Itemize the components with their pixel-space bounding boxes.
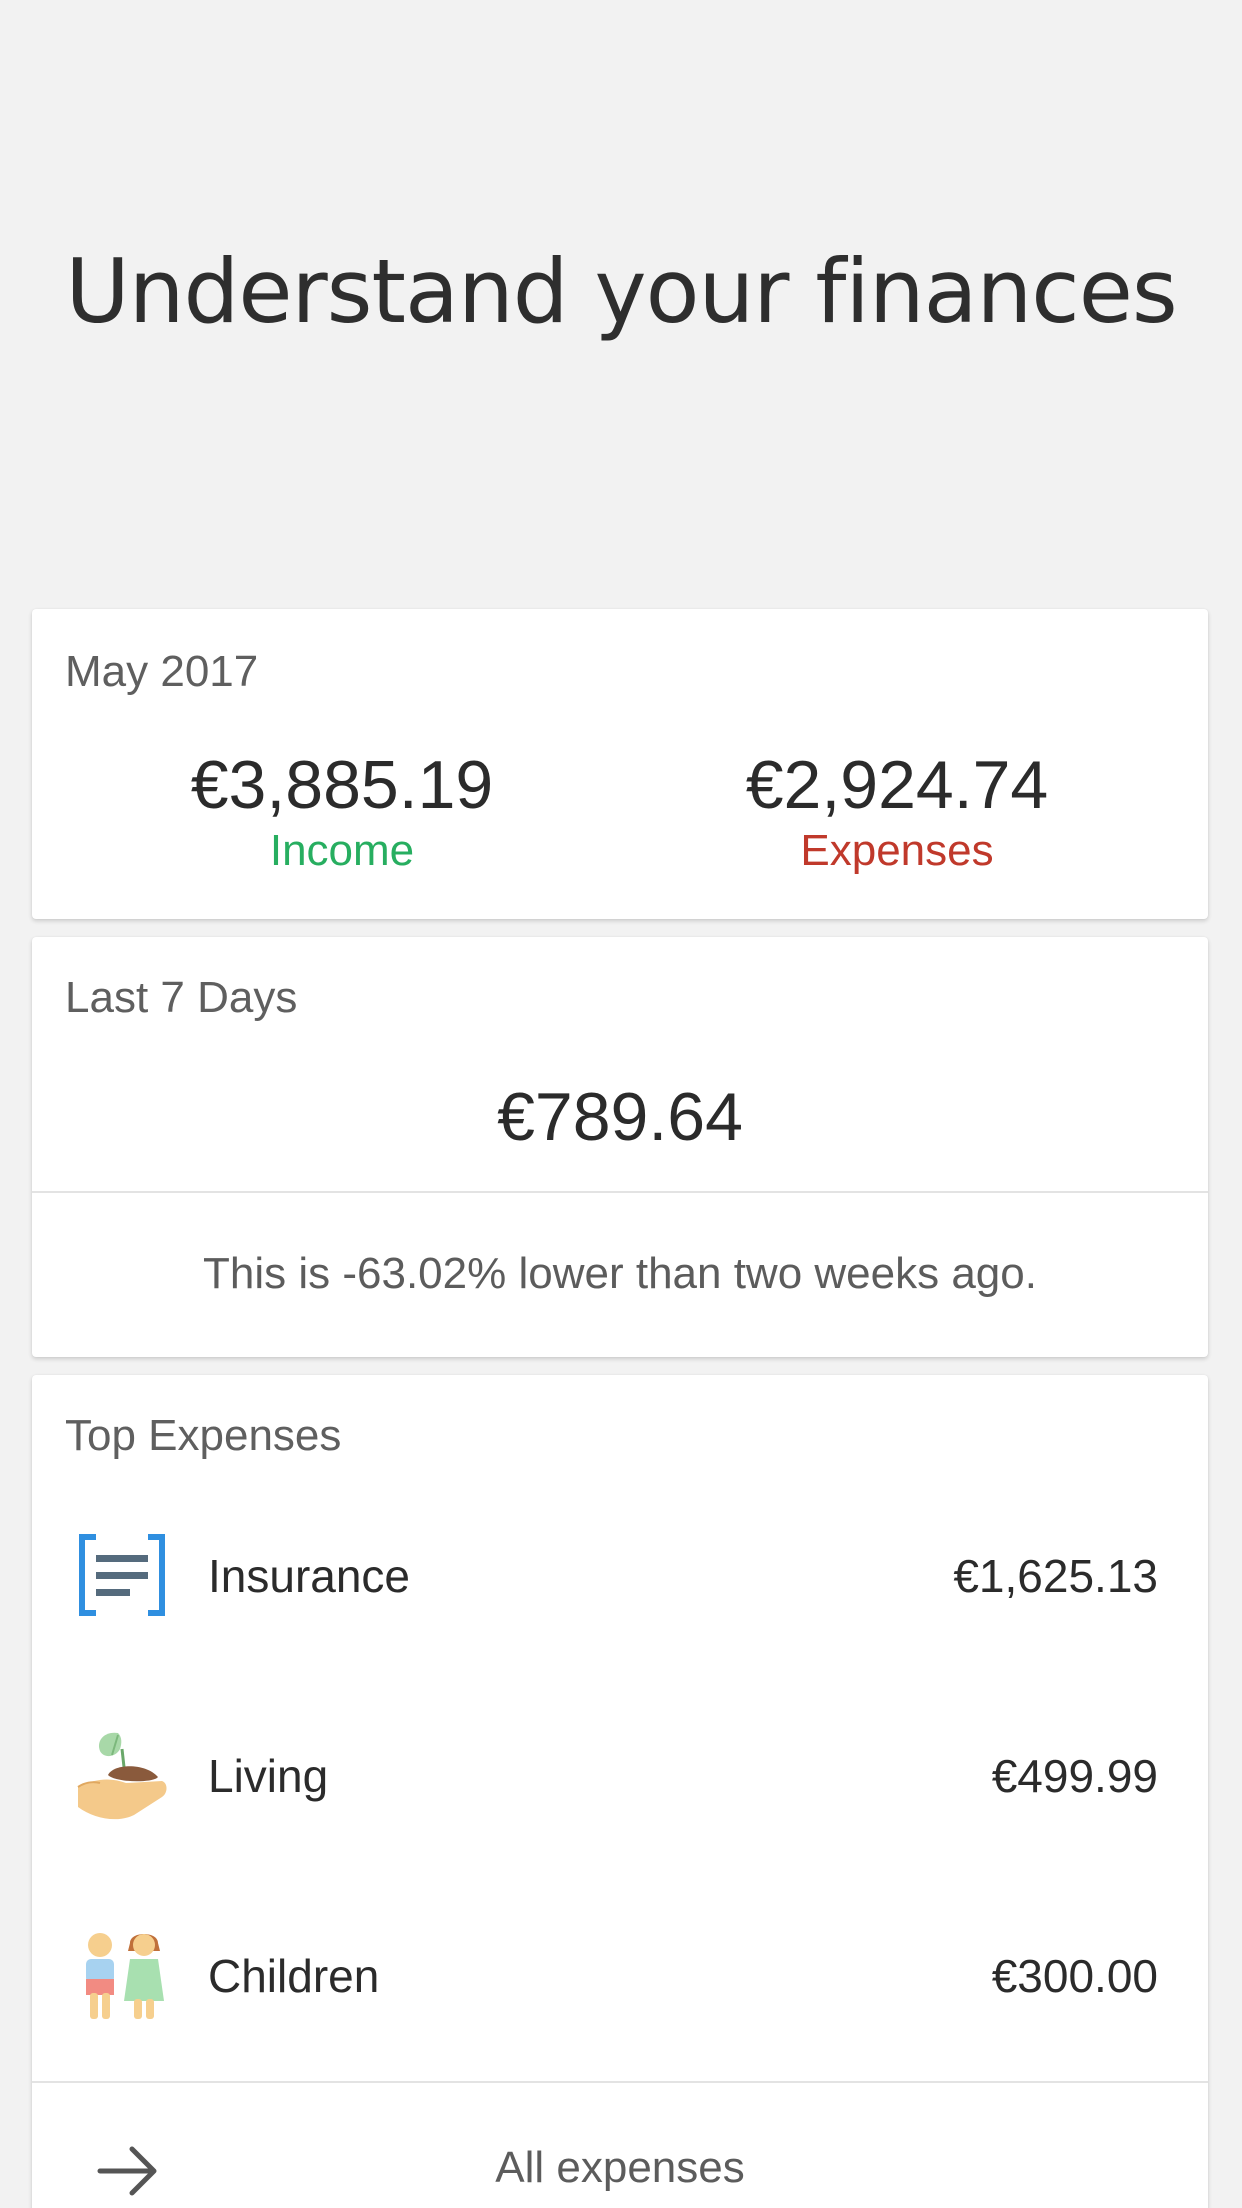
expenses-label: Expenses — [800, 826, 994, 875]
expense-name: Living — [208, 1750, 329, 1802]
headline: Understand your finances — [65, 240, 1177, 343]
expense-row-living[interactable]: Living €499.99 — [32, 1705, 1208, 1845]
all-expenses-button[interactable]: All expenses — [32, 2083, 1208, 2208]
last-7-days-card[interactable]: Last 7 Days €789.64 This is -63.02% lowe… — [32, 937, 1208, 1357]
expense-value: €499.99 — [991, 1750, 1158, 1802]
expense-row-children[interactable]: Children €300.00 — [32, 1905, 1208, 2045]
week-title: Last 7 Days — [65, 973, 298, 1022]
expense-row-insurance[interactable]: Insurance €1,625.13 — [32, 1505, 1208, 1645]
income-label: Income — [269, 826, 415, 875]
month-title: May 2017 — [65, 647, 259, 696]
expense-name: Children — [208, 1950, 380, 2002]
week-comparison-note: This is -63.02% lower than two weeks ago… — [203, 1249, 1037, 1298]
page: Understand your finances May 2017 €3,885… — [0, 0, 1242, 2208]
expense-name: Insurance — [208, 1550, 411, 1602]
income-stat: €3,885.19 Income — [62, 751, 622, 875]
expenses-stat: €2,924.74 Expenses — [617, 751, 1177, 875]
insurance-icon — [74, 1527, 170, 1623]
month-summary-card[interactable]: May 2017 €3,885.19 Income €2,924.74 Expe… — [32, 609, 1208, 919]
children-icon — [74, 1927, 170, 2023]
living-icon — [74, 1727, 170, 1823]
expense-value: €300.00 — [991, 1950, 1158, 2002]
top-expenses-card: Top Expenses Insurance €1,625.13 Living … — [32, 1375, 1208, 2208]
expense-value: €1,625.13 — [953, 1550, 1158, 1602]
expenses-amount: €2,924.74 — [745, 747, 1049, 823]
top-expenses-title: Top Expenses — [65, 1411, 342, 1460]
all-expenses-label: All expenses — [495, 2143, 745, 2192]
divider — [32, 1191, 1208, 1193]
income-amount: €3,885.19 — [190, 747, 494, 823]
week-amount: €789.64 — [497, 1079, 743, 1155]
